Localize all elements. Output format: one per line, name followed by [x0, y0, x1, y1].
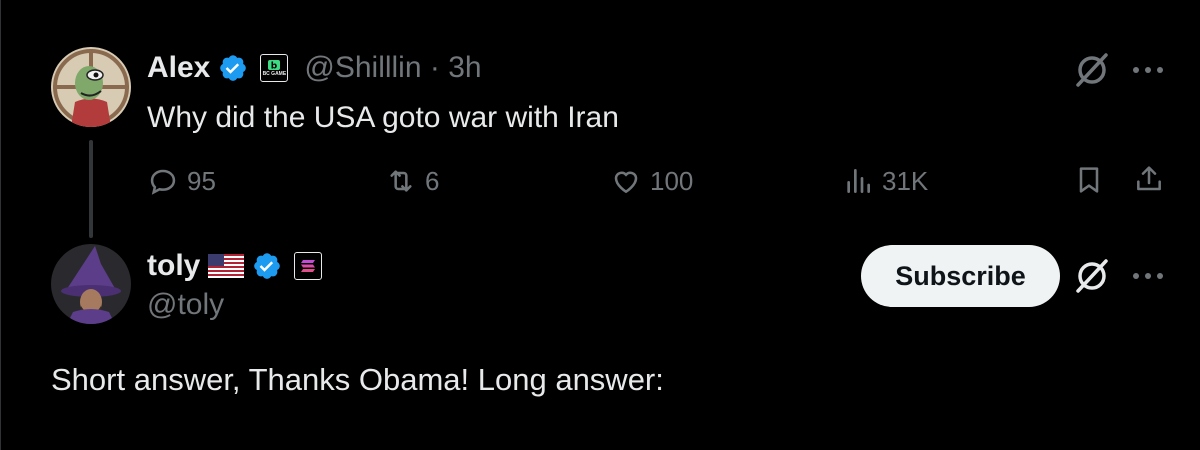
flag-icon [208, 254, 245, 278]
reply-icon [150, 169, 176, 195]
author-name[interactable]: Alex [147, 50, 210, 86]
like-button[interactable]: 100 [610, 165, 693, 197]
subscribe-button[interactable]: Subscribe [861, 245, 1060, 307]
bookmark-icon[interactable] [1073, 164, 1105, 196]
avatar-alex[interactable] [51, 47, 131, 127]
verified-badge-icon[interactable] [252, 251, 282, 281]
thread-connector-line [89, 140, 93, 238]
svg-text:b: b [271, 62, 278, 72]
like-icon [614, 171, 638, 194]
post2-text: Short answer, Thanks Obama! Long answer: [51, 362, 664, 397]
solana-affiliate-icon[interactable] [294, 252, 323, 280]
views-count: 31K [882, 166, 929, 196]
more-icon[interactable] [1130, 264, 1166, 288]
column-border [0, 0, 1, 450]
repost-count: 6 [425, 166, 440, 196]
handle-and-time[interactable]: @Shilllin · 3h [304, 50, 481, 86]
handle[interactable]: @toly [147, 287, 224, 323]
reply-button[interactable]: 95 [147, 165, 216, 197]
repost-icon [390, 170, 412, 192]
grok-icon[interactable] [1072, 256, 1112, 296]
reply-count: 95 [187, 166, 216, 196]
share-icon[interactable] [1133, 163, 1165, 195]
more-icon[interactable] [1130, 58, 1166, 82]
affiliate-badge-label: BC GAME [262, 71, 287, 77]
post1-header: Alex b BC GAME @Shilllin · 3h [147, 50, 482, 86]
repost-button[interactable]: 6 [385, 165, 439, 197]
affiliate-badge-icon[interactable]: b BC GAME [260, 54, 289, 82]
author-name[interactable]: toly [147, 248, 200, 284]
verified-badge-icon[interactable] [218, 53, 248, 83]
views-icon [847, 169, 870, 193]
post1-text: Why did the USA goto war with Iran [147, 101, 619, 134]
avatar-toly[interactable] [51, 244, 131, 324]
post2-header: toly [147, 248, 323, 284]
grok-icon[interactable] [1072, 50, 1112, 90]
views-button[interactable]: 31K [842, 165, 928, 197]
like-count: 100 [650, 166, 694, 196]
